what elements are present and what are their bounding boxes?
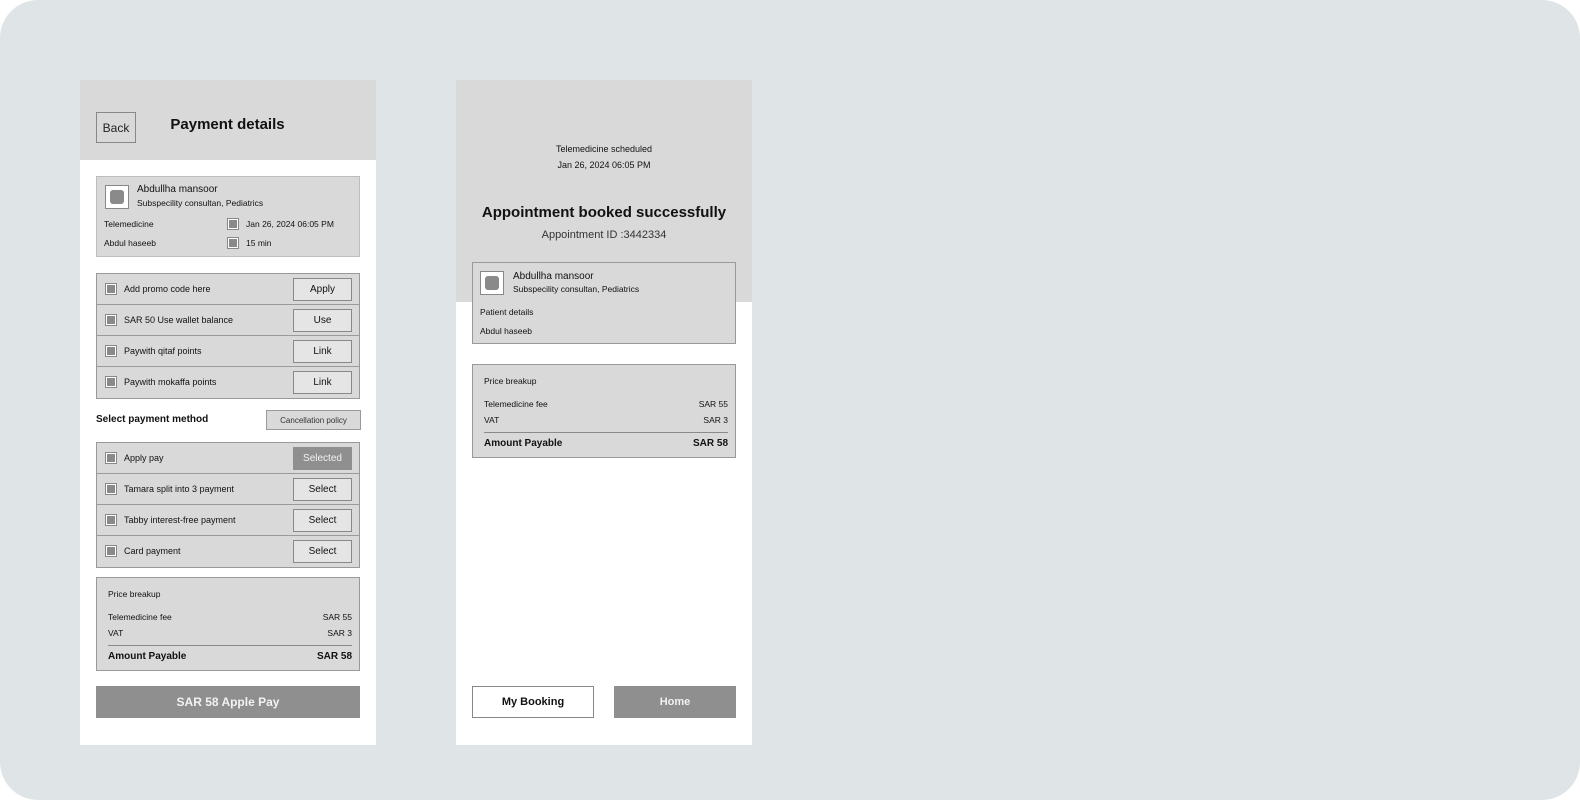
- price-breakup-title: Price breakup: [484, 376, 537, 386]
- fee-value: SAR 55: [322, 612, 352, 622]
- duration: 15 min: [246, 238, 272, 248]
- fee-label: Telemedicine fee: [484, 399, 548, 409]
- appointment-id: Appointment ID :3442334: [541, 229, 667, 241]
- qitaf-icon: [105, 345, 117, 357]
- offer-label: Paywith qitaf points: [124, 346, 202, 356]
- wallet-icon: [105, 314, 117, 326]
- method-label: Tabby interest-free payment: [124, 515, 236, 525]
- patient-info-row: Abdul haseeb 15 min: [104, 236, 354, 250]
- price-breakup-card: Price breakup Telemedicine fee SAR 55 VA…: [472, 364, 736, 458]
- payment-header: Back Payment details: [80, 80, 376, 160]
- patient-name: Abdul haseeb: [480, 326, 532, 336]
- doctor-name: Abdullha mansoor: [137, 184, 218, 195]
- total-line: Amount Payable SAR 58: [484, 438, 728, 449]
- my-booking-button[interactable]: My Booking: [472, 686, 594, 718]
- card-icon: [105, 545, 117, 557]
- price-divider: [484, 432, 728, 433]
- fee-line: Telemedicine fee SAR 55: [108, 612, 352, 622]
- appointment-datetime: Jan 26, 2024 06:05 PM: [246, 219, 334, 229]
- use-wallet-button[interactable]: Use: [293, 309, 352, 332]
- fee-label: Telemedicine fee: [108, 612, 172, 622]
- apple-pay-icon: [105, 452, 117, 464]
- doctor-specialty: Subspecility consultan, Pediatrics: [513, 284, 640, 294]
- doctor-name: Abdullha mansoor: [513, 271, 594, 282]
- vat-value: SAR 3: [703, 415, 728, 425]
- apple-pay-selected-button[interactable]: Selected: [293, 447, 352, 470]
- doctor-card: Abdullha mansoor Subspecility consultan,…: [472, 262, 736, 344]
- link-qitaf-button[interactable]: Link: [293, 340, 352, 363]
- method-apple-pay: Apply pay Selected: [97, 443, 359, 474]
- offer-wallet: SAR 50 Use wallet balance Use: [97, 305, 359, 336]
- offer-qitaf: Paywith qitaf points Link: [97, 336, 359, 367]
- patient-name: Abdul haseeb: [104, 238, 156, 248]
- method-label: Card payment: [124, 546, 181, 556]
- patient-details-label: Patient details: [480, 307, 534, 317]
- method-label: Apply pay: [124, 453, 164, 463]
- consult-info-row: Telemedicine Jan 26, 2024 06:05 PM: [104, 217, 354, 231]
- wireframe-canvas: Back Payment details Abdullha mansoor Su…: [0, 0, 1580, 800]
- select-card-button[interactable]: Select: [293, 540, 352, 563]
- fee-line: Telemedicine fee SAR 55: [484, 399, 728, 409]
- vat-value: SAR 3: [327, 628, 352, 638]
- offer-label: Paywith mokaffa points: [124, 377, 217, 387]
- total-label: Amount Payable: [484, 438, 563, 449]
- select-tabby-button[interactable]: Select: [293, 509, 352, 532]
- doctor-specialty: Subspecility consultan, Pediatrics: [137, 198, 264, 208]
- clock-icon: [227, 237, 239, 249]
- price-breakup-card: Price breakup Telemedicine fee SAR 55 VA…: [96, 577, 360, 671]
- select-payment-heading: Select payment method: [96, 414, 209, 425]
- cancellation-policy-button[interactable]: Cancellation policy: [266, 410, 361, 430]
- method-tamara: Tamara split into 3 payment Select: [97, 474, 359, 505]
- method-card: Card payment Select: [97, 536, 359, 567]
- tamara-icon: [105, 483, 117, 495]
- price-divider: [108, 645, 352, 646]
- method-label: Tamara split into 3 payment: [124, 484, 235, 494]
- doctor-avatar-icon: [105, 185, 129, 209]
- tabby-icon: [105, 514, 117, 526]
- total-label: Amount Payable: [108, 651, 187, 662]
- link-mokaffa-button[interactable]: Link: [293, 371, 352, 394]
- method-tabby: Tabby interest-free payment Select: [97, 505, 359, 536]
- fee-value: SAR 55: [698, 399, 728, 409]
- booking-success-screen: Telemedicine scheduled Jan 26, 2024 06:0…: [456, 80, 752, 745]
- mokaffa-icon: [105, 376, 117, 388]
- booking-status: Telemedicine scheduled: [555, 144, 653, 154]
- page-title: Payment details: [170, 116, 285, 133]
- offer-label: Add promo code here: [124, 284, 211, 294]
- price-breakup-title: Price breakup: [108, 589, 161, 599]
- vat-label: VAT: [484, 415, 500, 425]
- offer-label: SAR 50 Use wallet balance: [124, 315, 234, 325]
- total-value: SAR 58: [692, 438, 728, 449]
- success-title: Appointment booked successfully: [481, 204, 727, 221]
- doctor-card: Abdullha mansoor Subspecility consultan,…: [96, 176, 360, 257]
- promo-icon: [105, 283, 117, 295]
- payment-methods-group: Apply pay Selected Tamara split into 3 p…: [96, 442, 360, 568]
- vat-line: VAT SAR 3: [108, 628, 352, 638]
- offer-promo-code: Add promo code here Apply: [97, 274, 359, 305]
- vat-line: VAT SAR 3: [484, 415, 728, 425]
- total-value: SAR 58: [316, 651, 352, 662]
- offers-group: Add promo code here Apply SAR 50 Use wal…: [96, 273, 360, 399]
- consult-type: Telemedicine: [104, 219, 154, 229]
- offer-mokaffa: Paywith mokaffa points Link: [97, 367, 359, 398]
- total-line: Amount Payable SAR 58: [108, 651, 352, 662]
- apple-pay-button[interactable]: SAR 58 Apple Pay: [96, 686, 360, 718]
- back-button[interactable]: Back: [96, 112, 136, 143]
- payment-details-screen: Back Payment details Abdullha mansoor Su…: [80, 80, 376, 745]
- apply-promo-button[interactable]: Apply: [293, 278, 352, 301]
- home-button[interactable]: Home: [614, 686, 736, 718]
- booking-datetime: Jan 26, 2024 06:05 PM: [557, 160, 651, 170]
- select-tamara-button[interactable]: Select: [293, 478, 352, 501]
- vat-label: VAT: [108, 628, 124, 638]
- doctor-avatar-icon: [480, 271, 504, 295]
- calendar-icon: [227, 218, 239, 230]
